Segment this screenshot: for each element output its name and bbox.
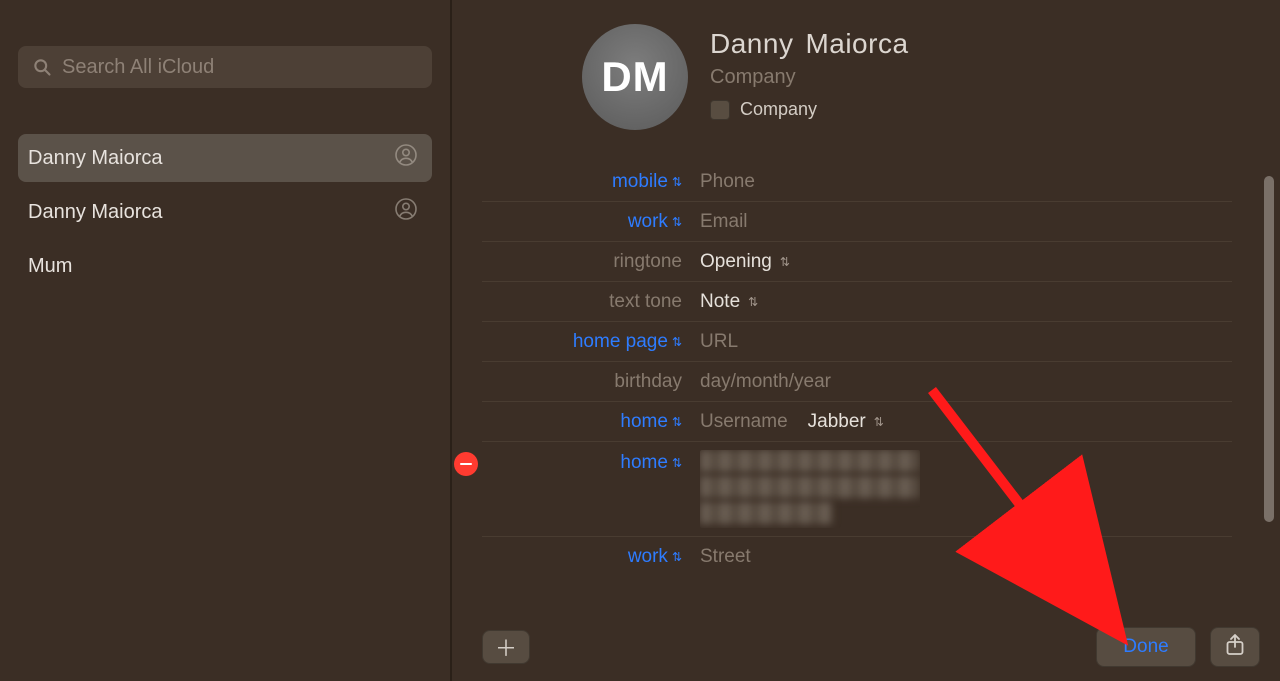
row-homepage: home page⇅ URL: [482, 322, 1232, 362]
remove-row-button[interactable]: [454, 452, 478, 476]
updown-icon: ⇅: [672, 551, 682, 563]
service-select[interactable]: Jabber: [808, 411, 866, 433]
phone-input[interactable]: Phone: [692, 171, 1232, 193]
contact-name: Mum: [28, 255, 72, 278]
search-input[interactable]: [62, 56, 418, 79]
row-texttone: text tone Note⇅: [482, 282, 1232, 322]
username-input[interactable]: Username: [700, 411, 788, 433]
texttone-select[interactable]: Note⇅: [692, 291, 1232, 313]
updown-icon: ⇅: [780, 256, 790, 268]
done-button[interactable]: Done: [1096, 627, 1196, 667]
contact-name: Danny Maiorca: [28, 201, 163, 224]
plus-icon: ＋: [495, 631, 517, 663]
updown-icon: ⇅: [748, 296, 758, 308]
avatar[interactable]: DM: [582, 24, 688, 130]
email-input[interactable]: Email: [692, 211, 1232, 233]
company-checkbox-label: Company: [740, 99, 817, 120]
url-input[interactable]: URL: [692, 331, 1232, 353]
share-icon: [1225, 634, 1245, 661]
contact-detail: DM Danny Maiorca Company Company mobile⇅ …: [452, 0, 1280, 681]
updown-icon: ⇅: [874, 416, 884, 428]
social-type-select[interactable]: home⇅: [482, 411, 692, 433]
company-field[interactable]: Company: [710, 66, 909, 89]
updown-icon: ⇅: [672, 336, 682, 348]
redacted-address: [700, 450, 920, 528]
homepage-type-select[interactable]: home page⇅: [482, 331, 692, 353]
row-phone: mobile⇅ Phone: [482, 162, 1232, 202]
row-social: home⇅ Username Jabber ⇅: [482, 402, 1232, 442]
contact-list: Danny Maiorca Danny Maiorca Mum: [18, 134, 432, 290]
fields-table: mobile⇅ Phone work⇅ Email ringtone Openi…: [482, 162, 1232, 577]
birthday-label: birthday: [482, 371, 692, 393]
sidebar: Danny Maiorca Danny Maiorca Mum: [0, 0, 452, 681]
contact-name: Danny Maiorca: [28, 147, 163, 170]
row-ringtone: ringtone Opening⇅: [482, 242, 1232, 282]
row-birthday: birthday day/month/year: [482, 362, 1232, 402]
contact-list-item[interactable]: Danny Maiorca: [18, 188, 432, 236]
updown-icon: ⇅: [672, 416, 682, 428]
street-input[interactable]: Street: [692, 546, 1232, 568]
ringtone-label: ringtone: [482, 251, 692, 273]
add-field-button[interactable]: ＋: [482, 630, 530, 664]
last-name-field[interactable]: Maiorca: [805, 28, 908, 59]
updown-icon: ⇅: [672, 176, 682, 188]
row-address-work: work⇅ Street: [482, 537, 1232, 577]
name-row[interactable]: Danny Maiorca: [710, 28, 909, 60]
updown-icon: ⇅: [672, 216, 682, 228]
row-email: work⇅ Email: [482, 202, 1232, 242]
address-type-select[interactable]: home⇅: [482, 450, 692, 474]
address-type-select[interactable]: work⇅: [482, 546, 692, 568]
texttone-label: text tone: [482, 291, 692, 313]
first-name-field[interactable]: Danny: [710, 28, 793, 59]
person-circle-icon: [394, 197, 418, 227]
share-button[interactable]: [1210, 627, 1260, 667]
row-address-home: home⇅: [482, 442, 1232, 537]
contact-list-item[interactable]: Danny Maiorca: [18, 134, 432, 182]
search-field[interactable]: [18, 46, 432, 88]
contact-list-item[interactable]: Mum: [18, 242, 432, 290]
email-type-select[interactable]: work⇅: [482, 211, 692, 233]
bottom-toolbar: ＋ Done: [482, 627, 1260, 667]
person-circle-icon: [394, 143, 418, 173]
updown-icon: ⇅: [672, 457, 682, 469]
scrollbar[interactable]: [1264, 176, 1274, 522]
ringtone-select[interactable]: Opening⇅: [692, 251, 1232, 273]
phone-type-select[interactable]: mobile⇅: [482, 171, 692, 193]
birthday-input[interactable]: day/month/year: [692, 371, 1232, 393]
address-value[interactable]: [692, 450, 1232, 528]
company-checkbox[interactable]: [710, 100, 730, 120]
search-icon: [32, 57, 52, 77]
contact-header: DM Danny Maiorca Company Company: [452, 0, 1280, 130]
